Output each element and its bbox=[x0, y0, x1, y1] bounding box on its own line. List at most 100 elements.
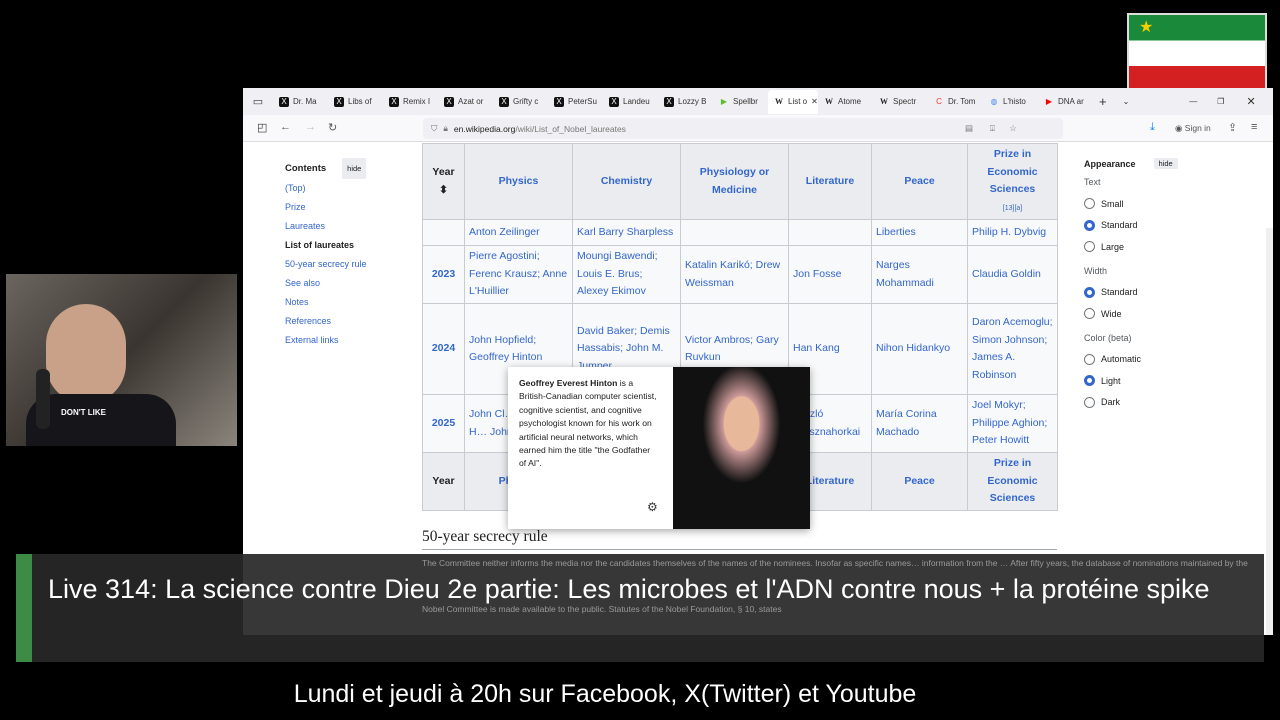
table-cell[interactable] bbox=[788, 219, 872, 246]
peace-cell[interactable]: Nihon Hidankyo bbox=[871, 303, 968, 395]
toc-item[interactable]: Laureates bbox=[285, 217, 367, 236]
economics-cell[interactable]: Joel Mokyr; Philippe Aghion; Peter Howit… bbox=[967, 394, 1058, 453]
toc-item[interactable]: Notes bbox=[285, 293, 367, 312]
browser-tab[interactable]: X Libs of bbox=[328, 90, 383, 114]
radio-button-icon[interactable] bbox=[1084, 219, 1095, 231]
appearance-radio-option[interactable]: Light bbox=[1084, 370, 1204, 392]
toc-item[interactable]: Prize bbox=[285, 198, 367, 217]
reload-button[interactable]: ↻ bbox=[328, 121, 337, 134]
link-preview-popup[interactable]: Geoffrey Everest Hinton is a British-Can… bbox=[508, 367, 810, 529]
appearance-radio-option[interactable]: Dark bbox=[1084, 392, 1204, 414]
appearance-group-label: Color (beta) bbox=[1084, 332, 1132, 343]
footer-header-cell[interactable]: Prize in Economic Sciences bbox=[967, 452, 1058, 511]
col-header-physics[interactable]: Physics bbox=[464, 143, 573, 220]
literature-cell[interactable]: Jon Fosse bbox=[788, 245, 872, 304]
table-cell[interactable] bbox=[422, 219, 465, 246]
browser-tab[interactable]: X Grifty c bbox=[493, 90, 548, 114]
appearance-radio-option[interactable]: Standard bbox=[1084, 282, 1204, 304]
hinton-portrait-image[interactable] bbox=[673, 367, 810, 529]
toc-item[interactable]: 50-year secrecy rule bbox=[285, 255, 367, 274]
col-header-economics[interactable]: Prize in Economic Sciences [13][a] bbox=[967, 143, 1058, 220]
table-cell[interactable] bbox=[680, 219, 789, 246]
toc-item[interactable]: (Top) bbox=[285, 179, 367, 198]
radio-button-icon[interactable] bbox=[1084, 241, 1095, 253]
toc-item[interactable]: See also bbox=[285, 274, 367, 293]
table-cell[interactable]: Liberties bbox=[871, 219, 968, 246]
browser-tab[interactable]: ▶ Spellbr bbox=[713, 90, 768, 114]
browser-tab[interactable]: C Dr. Tom bbox=[928, 90, 983, 114]
col-header-year[interactable]: Year ⬍ bbox=[422, 143, 465, 220]
toc-item[interactable]: References bbox=[285, 312, 367, 331]
browser-tab[interactable]: X PeterSu bbox=[548, 90, 603, 114]
preview-settings-gear-icon[interactable]: ⚙ bbox=[647, 500, 658, 514]
peace-cell[interactable]: María Corina Machado bbox=[871, 394, 968, 453]
peace-cell[interactable]: Narges Mohammadi bbox=[871, 245, 968, 304]
col-header-medicine[interactable]: Physiology or Medicine bbox=[680, 143, 789, 220]
browser-tab[interactable]: W Atome bbox=[818, 90, 873, 114]
browser-tab[interactable]: X Remix I bbox=[383, 90, 438, 114]
tab-overview-icon[interactable]: ▭ bbox=[243, 95, 273, 108]
close-tab-icon[interactable]: ✕ bbox=[811, 97, 818, 106]
close-window-button[interactable]: ✕ bbox=[1246, 95, 1255, 108]
minimize-button[interactable]: — bbox=[1189, 97, 1197, 106]
table-cell[interactable]: Karl Barry Sharpless bbox=[572, 219, 681, 246]
browser-tab[interactable]: X Azat or bbox=[438, 90, 493, 114]
col-header-peace[interactable]: Peace bbox=[871, 143, 968, 220]
browser-tab[interactable]: W Spectr bbox=[873, 90, 928, 114]
extensions-icon[interactable]: ⇪ bbox=[1228, 121, 1237, 134]
radio-button-icon[interactable] bbox=[1084, 353, 1095, 365]
bookmark-star-icon[interactable]: ☆ bbox=[1009, 123, 1017, 134]
browser-tab[interactable]: W List o ✕ bbox=[768, 89, 818, 114]
browser-tab[interactable]: ◍ L'histo bbox=[983, 90, 1038, 114]
browser-window: ▭ X Dr. Ma X Libs of X Remix I X Azat or X Grifty… bbox=[243, 88, 1273, 635]
toc-hide-button[interactable]: hide bbox=[342, 158, 367, 179]
browser-tab[interactable]: ▶ DNA ar bbox=[1038, 90, 1093, 114]
col-header-literature[interactable]: Literature bbox=[788, 143, 872, 220]
menu-icon[interactable]: ≡ bbox=[1251, 121, 1257, 133]
browser-tab[interactable]: X Lozzy B bbox=[658, 90, 713, 114]
chemistry-cell[interactable]: Moungi Bawendi; Louis E. Brus; Alexey Ek… bbox=[572, 245, 681, 304]
table-cell[interactable]: Anton Zeilinger bbox=[464, 219, 573, 246]
economics-cell[interactable]: Claudia Goldin bbox=[967, 245, 1058, 304]
toc-item[interactable]: External links bbox=[285, 331, 367, 350]
sidebar-toggle-icon[interactable]: ◰ bbox=[257, 121, 267, 134]
back-button[interactable]: ← bbox=[280, 121, 291, 133]
radio-button-icon[interactable] bbox=[1084, 375, 1095, 387]
year-cell[interactable]: 2025 bbox=[422, 394, 465, 453]
radio-button-icon[interactable] bbox=[1084, 308, 1095, 320]
address-bar[interactable]: ⛉ 🔒︎ en.wikipedia.org/wiki/List_of_Nobel_… bbox=[423, 118, 1063, 139]
webcam-feed: DON'T LIKE bbox=[6, 274, 237, 446]
radio-button-icon[interactable] bbox=[1084, 286, 1095, 298]
appearance-radio-option[interactable]: Large bbox=[1084, 236, 1204, 258]
radio-button-icon[interactable] bbox=[1084, 198, 1095, 210]
year-cell[interactable]: 2024 bbox=[422, 303, 465, 395]
appearance-hide-button[interactable]: hide bbox=[1153, 158, 1178, 169]
appearance-radio-option[interactable]: Standard bbox=[1084, 215, 1204, 237]
downloads-icon[interactable]: ⤓ bbox=[1150, 121, 1155, 134]
tab-list-chevron-icon[interactable]: ⌄ bbox=[1123, 97, 1130, 106]
restore-button[interactable]: ❐ bbox=[1217, 97, 1224, 106]
scrollbar[interactable] bbox=[1266, 228, 1273, 635]
sign-in-button[interactable]: ◉ Sign in bbox=[1175, 123, 1211, 134]
appearance-radio-option[interactable]: Automatic bbox=[1084, 349, 1204, 371]
table-cell[interactable]: Philip H. Dybvig bbox=[967, 219, 1058, 246]
reader-view-icon[interactable]: ▤ bbox=[965, 123, 973, 134]
footer-header-cell[interactable]: Year bbox=[422, 452, 465, 511]
save-page-icon[interactable]: ⍗ bbox=[990, 123, 995, 134]
appearance-radio-option[interactable]: Small bbox=[1084, 193, 1204, 215]
footer-header-cell[interactable]: Peace bbox=[871, 452, 968, 511]
radio-button-icon[interactable] bbox=[1084, 396, 1095, 408]
economics-cell[interactable]: Daron Acemoglu; Simon Johnson; James A. … bbox=[967, 303, 1058, 395]
new-tab-button[interactable]: + bbox=[1099, 94, 1107, 109]
econ-refs[interactable]: [13][a] bbox=[1003, 205, 1022, 212]
forward-button[interactable]: → bbox=[305, 121, 316, 133]
browser-tab[interactable]: X Landeu bbox=[603, 90, 658, 114]
appearance-radio-option[interactable]: Wide bbox=[1084, 303, 1204, 325]
col-header-chemistry[interactable]: Chemistry bbox=[572, 143, 681, 220]
medicine-cell[interactable]: Katalin Karikó; Drew Weissman bbox=[680, 245, 789, 304]
browser-tab[interactable]: X Dr. Ma bbox=[273, 90, 328, 114]
toc-item[interactable]: List of laureates bbox=[285, 236, 367, 255]
physics-cell[interactable]: Pierre Agostini; Ferenc Krausz; Anne L'H… bbox=[464, 245, 573, 304]
tab-label: Spellbr bbox=[733, 97, 758, 106]
year-cell[interactable]: 2023 bbox=[422, 245, 465, 304]
